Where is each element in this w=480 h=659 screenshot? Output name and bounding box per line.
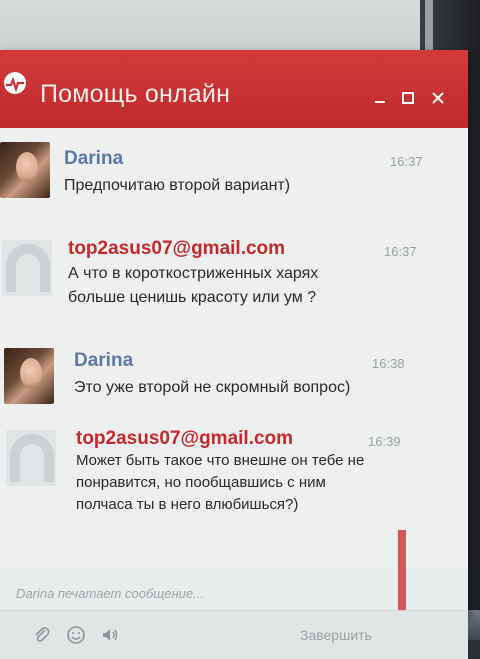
chat-window: Помощь онлайн Darina 16:37 Предпочитаю в… — [0, 50, 468, 659]
message-item: top2asus07@gmail.com 16:39 Может быть та… — [0, 420, 440, 530]
message-item: top2asus07@gmail.com 16:37 А что в корот… — [0, 230, 440, 330]
message-time: 16:39 — [368, 434, 401, 449]
sender-name: top2asus07@gmail.com — [76, 428, 294, 449]
minimize-icon[interactable] — [372, 90, 388, 106]
sender-name: Darina — [64, 148, 124, 169]
message-time: 16:37 — [390, 154, 423, 169]
message-text: Может быть такое что внешне он тебе не п… — [76, 452, 365, 513]
title-bar[interactable]: Помощь онлайн — [0, 50, 468, 128]
sender-name: Darina — [74, 350, 134, 371]
finish-button[interactable]: Завершить — [300, 627, 372, 643]
sender-name: top2asus07@gmail.com — [68, 238, 286, 259]
chat-logo-icon — [4, 72, 26, 94]
maximize-icon[interactable] — [400, 90, 416, 106]
close-icon[interactable] — [430, 90, 446, 106]
bottom-toolbar: Завершить — [0, 610, 468, 659]
window-title: Помощь онлайн — [40, 80, 231, 108]
message-text: Это уже второй не скромный вопрос) — [74, 379, 351, 396]
avatar — [6, 430, 56, 486]
avatar — [0, 142, 50, 198]
typing-indicator: Darina печатает сообщение... — [16, 586, 204, 601]
message-list[interactable]: Darina 16:37 Предпочитаю второй вариант)… — [0, 128, 468, 568]
avatar — [2, 240, 52, 296]
speaker-icon[interactable] — [100, 625, 120, 645]
smile-icon[interactable] — [66, 625, 86, 645]
message-text: Предпочитаю второй вариант) — [64, 177, 291, 194]
avatar — [4, 348, 54, 404]
message-item: Darina 16:38 Это уже второй не скромный … — [0, 342, 440, 422]
message-item: Darina 16:37 Предпочитаю второй вариант) — [0, 140, 440, 220]
scrollbar[interactable] — [398, 530, 406, 610]
message-time: 16:37 — [384, 244, 417, 259]
paperclip-icon[interactable] — [32, 625, 52, 645]
message-text: А что в короткостриженных харях больше ц… — [68, 265, 319, 306]
message-time: 16:38 — [372, 356, 405, 371]
